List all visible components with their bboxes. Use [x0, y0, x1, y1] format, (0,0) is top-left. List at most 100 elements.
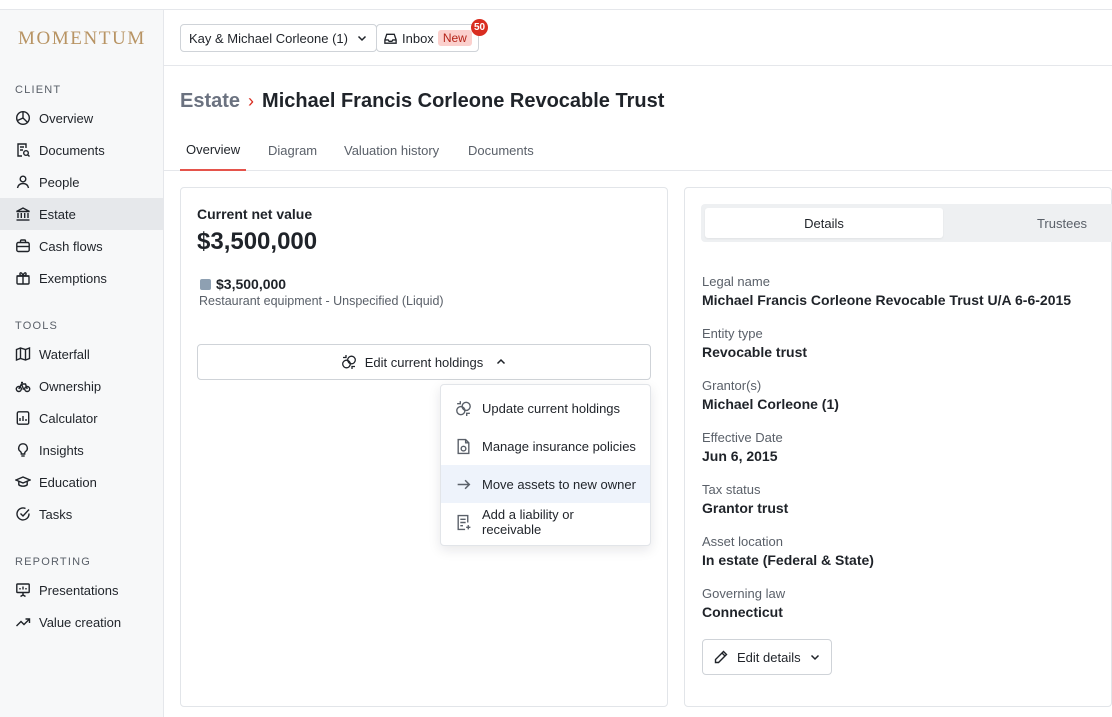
page-title: Michael Francis Corleone Revocable Trust: [262, 90, 665, 112]
breadcrumb: Estate › Michael Francis Corleone Revoca…: [180, 90, 664, 113]
field-asset-location: Asset location In estate (Federal & Stat…: [702, 534, 874, 568]
gift-icon: [16, 272, 30, 285]
menu-item-move-assets[interactable]: Move assets to new owner: [441, 465, 650, 503]
topbar: Kay & Michael Corleone (1) Inbox New 50: [164, 10, 1112, 66]
sidebar-item-label: People: [39, 174, 80, 190]
menu-item-label: Move assets to new owner: [482, 476, 636, 492]
chevron-up-icon: [497, 358, 506, 365]
edit-details-label: Edit details: [737, 649, 801, 665]
segment-details[interactable]: Details: [705, 208, 943, 238]
sidebar-item-label: Cash flows: [39, 238, 103, 254]
sidebar: MOMENTUM CLIENT Overview Documents Peopl…: [0, 10, 164, 717]
sidebar-item-label: Calculator: [39, 410, 98, 426]
sidebar-item-label: Waterfall: [39, 346, 90, 362]
pie-icon: [15, 110, 31, 126]
field-label: Legal name: [702, 274, 770, 289]
field-label: Governing law: [702, 586, 786, 601]
refresh-link-icon: [341, 355, 356, 369]
tab-documents[interactable]: Documents: [462, 130, 540, 171]
menu-item-label: Update current holdings: [482, 400, 621, 416]
net-value-label: Current net value: [197, 206, 313, 222]
sidebar-item-presentations[interactable]: Presentations: [0, 574, 163, 606]
chevron-down-icon: [810, 654, 819, 661]
breadcrumb-estate-link[interactable]: Estate: [180, 90, 240, 113]
sidebar-item-label: Tasks: [39, 506, 73, 522]
field-label: Asset location: [702, 534, 783, 549]
sidebar-item-estate[interactable]: Estate: [0, 198, 163, 230]
segment-trustees[interactable]: Trustees: [947, 208, 1112, 238]
holdings-dropdown-menu: Update current holdings Manage insurance…: [440, 384, 651, 546]
trending-up-icon: [16, 618, 31, 627]
tab-diagram[interactable]: Diagram: [262, 130, 323, 171]
sidebar-item-waterfall[interactable]: Waterfall: [0, 338, 163, 370]
lightbulb-icon: [18, 443, 28, 457]
bank-icon: [16, 207, 30, 221]
tab-valuation-history[interactable]: Valuation history: [338, 130, 445, 171]
receipt-add-icon: [457, 514, 471, 530]
holding-description: Restaurant equipment - Unspecified (Liqu…: [199, 294, 444, 308]
details-card: Details Trustees Legal name Michael Fran…: [684, 187, 1112, 707]
sidebar-item-value-creation[interactable]: Value creation: [0, 606, 163, 638]
policy-document-icon: [457, 438, 470, 454]
field-value: Jun 6, 2015: [702, 448, 778, 464]
brand-logo[interactable]: MOMENTUM: [18, 28, 146, 50]
field-legal-name: Legal name Michael Francis Corleone Revo…: [702, 274, 1071, 308]
arrow-right-icon: [457, 479, 471, 489]
menu-item-label: Manage insurance policies: [482, 438, 636, 454]
calculator-icon: [16, 411, 30, 425]
field-label: Entity type: [702, 326, 763, 341]
tab-bar: Overview Diagram Valuation history Docum…: [164, 130, 1112, 171]
person-icon: [16, 175, 30, 189]
field-value: Connecticut: [702, 604, 783, 620]
sidebar-item-label: Documents: [39, 142, 105, 158]
sidebar-item-label: Overview: [39, 110, 94, 126]
briefcase-icon: [16, 239, 30, 253]
sidebar-item-calculator[interactable]: Calculator: [0, 402, 163, 434]
field-label: Grantor(s): [702, 378, 762, 393]
graduation-cap-icon: [15, 476, 31, 487]
inbox-count-badge: 50: [471, 19, 489, 36]
sidebar-item-cash-flows[interactable]: Cash flows: [0, 230, 163, 262]
field-label: Effective Date: [702, 430, 783, 445]
sidebar-item-ownership[interactable]: Ownership: [0, 370, 163, 402]
sidebar-item-overview[interactable]: Overview: [0, 102, 163, 134]
field-grantors: Grantor(s) Michael Corleone (1): [702, 378, 839, 412]
bicycle-icon: [15, 381, 31, 393]
sidebar-section-tools: TOOLS: [15, 320, 59, 332]
sidebar-item-exemptions[interactable]: Exemptions: [0, 262, 163, 294]
edit-holdings-label: Edit current holdings: [364, 354, 484, 370]
refresh-link-icon: [456, 400, 471, 416]
document-search-icon: [17, 143, 30, 157]
edit-holdings-button[interactable]: Edit current holdings: [197, 344, 651, 380]
edit-details-button[interactable]: Edit details: [702, 639, 832, 675]
sidebar-item-label: Ownership: [39, 378, 102, 394]
field-value: Michael Corleone (1): [702, 396, 839, 412]
chevron-down-icon: [357, 35, 366, 42]
sidebar-item-tasks[interactable]: Tasks: [0, 498, 163, 530]
sidebar-item-insights[interactable]: Insights: [0, 434, 163, 466]
field-governing-law: Governing law Connecticut: [702, 586, 785, 620]
inbox-icon: [384, 33, 397, 44]
inbox-button[interactable]: Inbox New: [376, 24, 479, 52]
tab-overview[interactable]: Overview: [180, 130, 247, 171]
check-circle-icon: [16, 507, 30, 521]
field-tax-status: Tax status Grantor trust: [702, 482, 788, 516]
sidebar-item-label: Education: [39, 474, 97, 490]
menu-item-manage-insurance[interactable]: Manage insurance policies: [441, 427, 650, 465]
menu-item-add-liability[interactable]: Add a liability or receivable: [441, 503, 650, 541]
holding-row: $3,500,000: [200, 276, 286, 292]
field-value: In estate (Federal & State): [702, 552, 874, 568]
presentation-icon: [16, 583, 30, 598]
sidebar-item-label: Exemptions: [39, 270, 107, 286]
client-selector[interactable]: Kay & Michael Corleone (1): [180, 24, 377, 52]
sidebar-item-education[interactable]: Education: [0, 466, 163, 498]
details-segmented-control: Details Trustees: [701, 204, 1112, 242]
sidebar-section-reporting: REPORTING: [15, 556, 91, 568]
breadcrumb-separator: ›: [248, 91, 255, 111]
net-value: $3,500,000: [197, 228, 318, 255]
sidebar-item-documents[interactable]: Documents: [0, 134, 163, 166]
menu-item-update-holdings[interactable]: Update current holdings: [441, 389, 650, 427]
holding-value: $3,500,000: [216, 276, 287, 292]
sidebar-item-people[interactable]: People: [0, 166, 163, 198]
field-value: Michael Francis Corleone Revocable Trust…: [702, 292, 1072, 308]
